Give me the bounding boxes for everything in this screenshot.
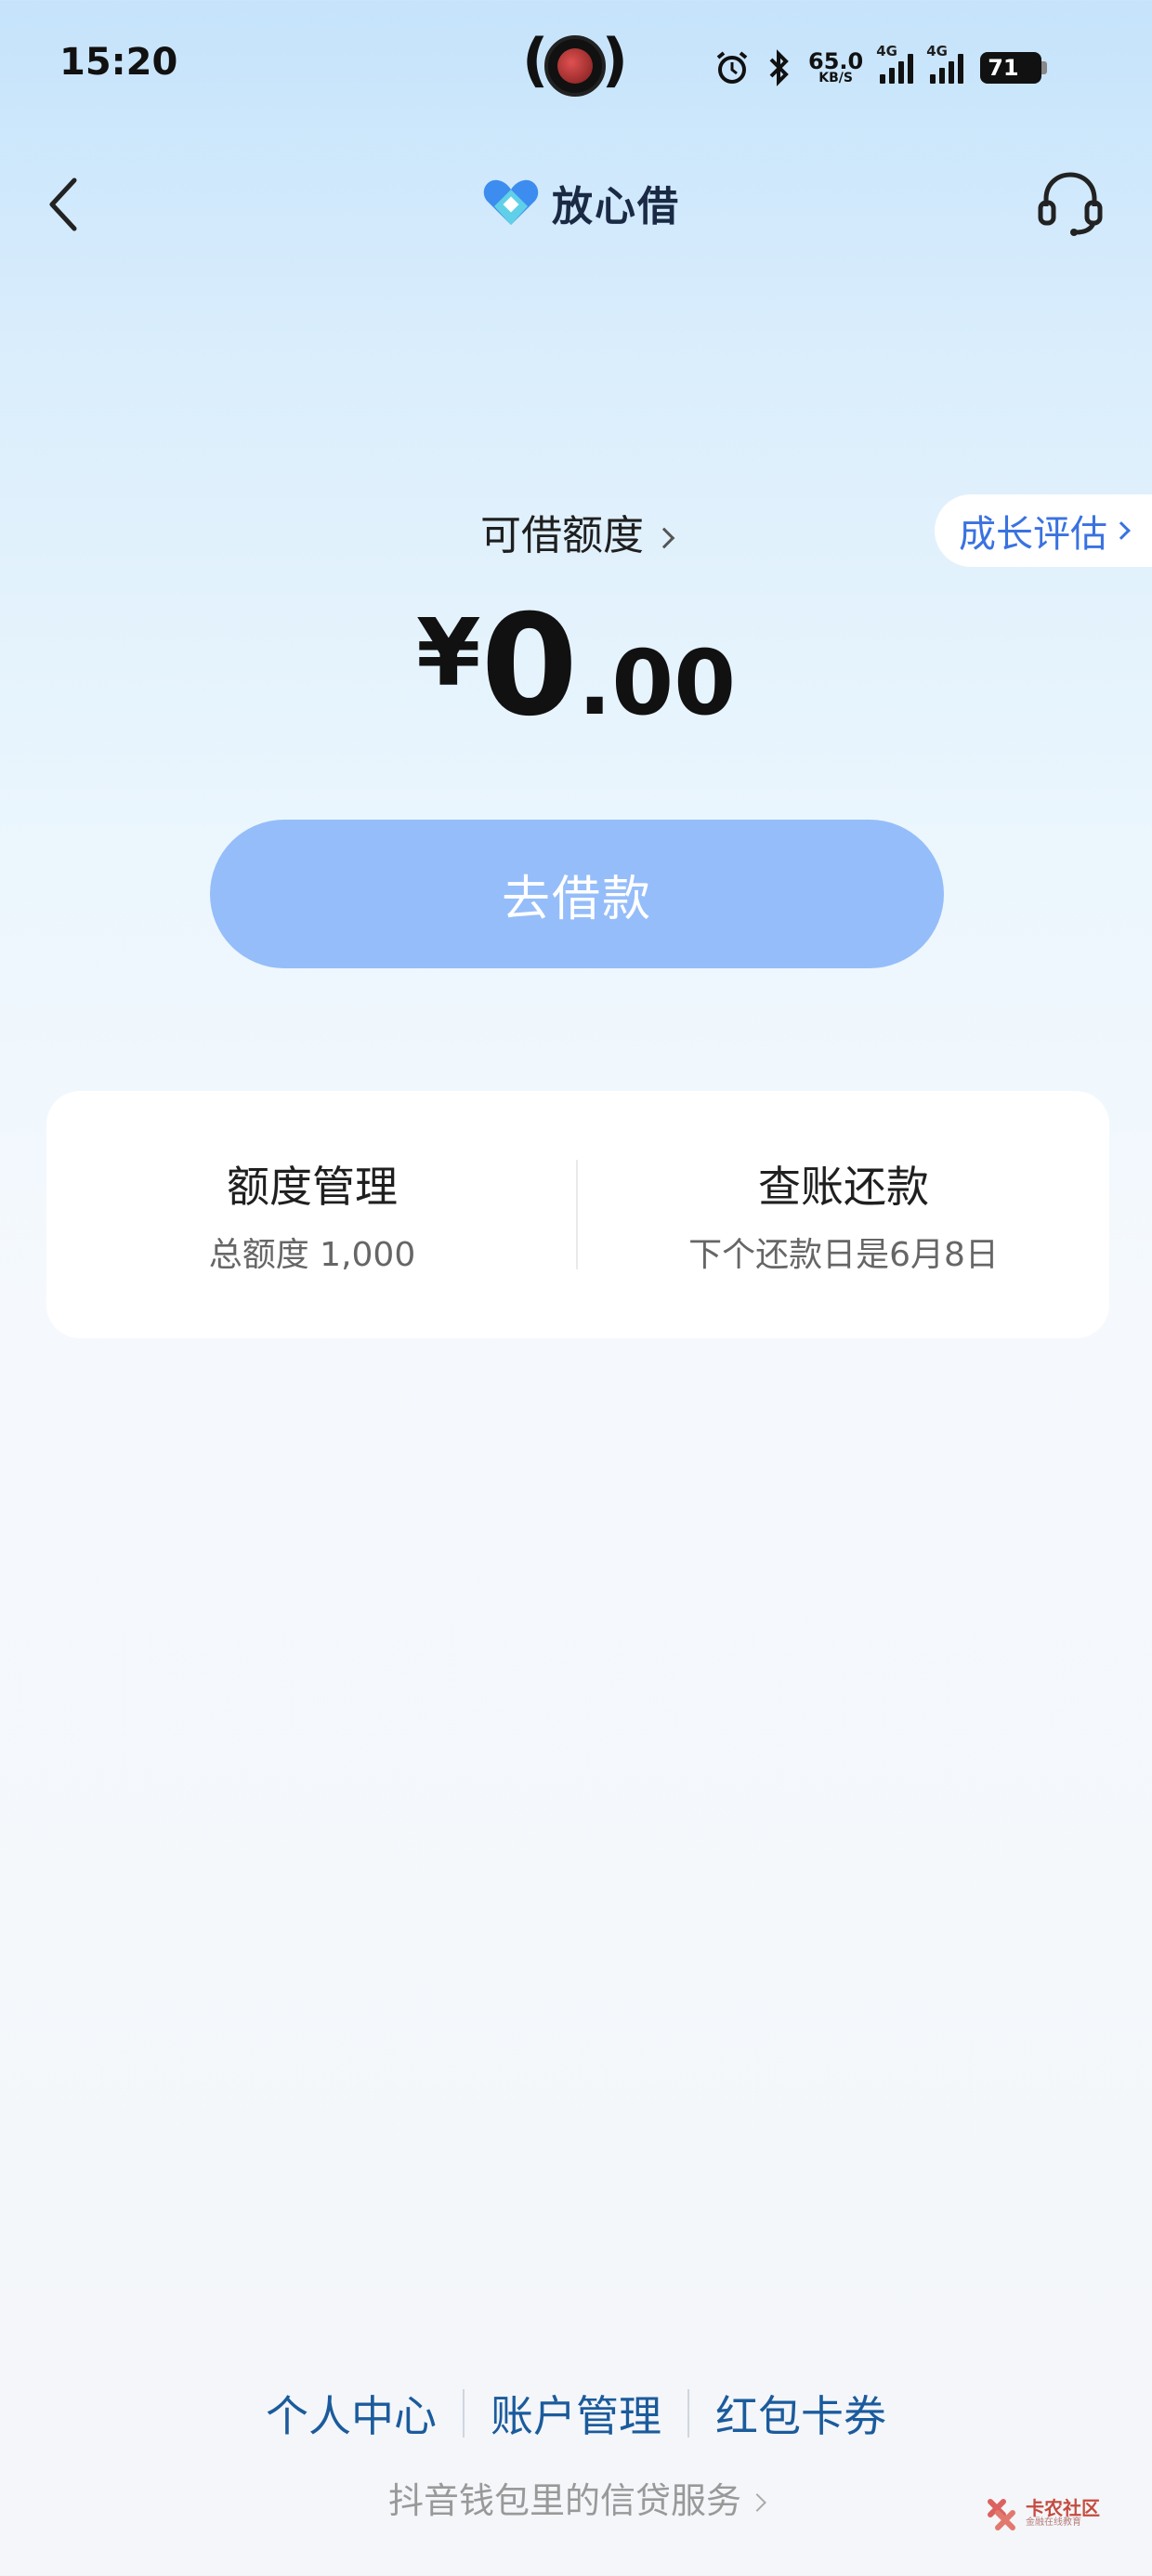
watermark: 卡农社区 金融在线教育 [985, 2496, 1100, 2531]
signal-tag-2: 4G [926, 43, 948, 59]
personal-center-link[interactable]: 个人中心 [240, 2383, 463, 2444]
chevron-right-icon [653, 527, 675, 549]
next-repayment-text: 下个还款日是6月8日 [688, 1236, 999, 1274]
total-credit-text: 总额度 1,000 [208, 1236, 416, 1274]
chevron-right-icon [748, 2493, 766, 2512]
currency-symbol: ¥ [415, 598, 481, 707]
watermark-logo-icon [988, 2499, 1015, 2530]
wallet-credit-service-link[interactable]: 抖音钱包里的信贷服务 [0, 2472, 1152, 2523]
watermark-text: 卡农社区 [1026, 2497, 1100, 2519]
status-icons: 65.0 KB/S 4G 4G 71 [713, 43, 1048, 93]
amount-integer: 0 [480, 585, 578, 747]
brand-logo-icon [481, 177, 541, 229]
headset-icon [1038, 172, 1103, 236]
credit-amount: ¥0.00 [0, 585, 1152, 747]
account-management-link[interactable]: 账户管理 [465, 2383, 687, 2444]
chevron-right-icon [1112, 521, 1131, 540]
brand-name: 放心借 [552, 183, 680, 230]
bottom-links: 个人中心 账户管理 红包卡券 [0, 2383, 1152, 2444]
paren-right-icon: ) [601, 26, 628, 94]
battery-level: 71 [988, 55, 1019, 81]
amount-decimal: .00 [577, 631, 737, 735]
battery-icon: 71 [980, 52, 1048, 84]
back-button[interactable] [37, 167, 93, 242]
alarm-icon [716, 51, 748, 84]
recording-indicator: ( ) [522, 26, 628, 104]
borrow-button[interactable]: 去借款 [210, 820, 944, 968]
customer-service-button[interactable] [1033, 165, 1107, 240]
bill-repayment-button[interactable]: 查账还款 下个还款日是6月8日 [578, 1091, 1109, 1338]
coupons-link[interactable]: 红包卡券 [689, 2383, 912, 2444]
credit-management-title: 额度管理 [227, 1162, 398, 1212]
wallet-credit-service-label: 抖音钱包里的信贷服务 [387, 2480, 741, 2521]
available-credit-label: 可借额度 [480, 512, 644, 559]
net-speed: 65.0 KB/S [808, 50, 863, 85]
status-time: 15:20 [59, 41, 178, 84]
growth-assessment-label: 成长评估 [959, 513, 1107, 556]
signal-icon: 4G [876, 43, 914, 84]
avatar [544, 35, 606, 97]
brand: 放心借 [481, 173, 680, 232]
chevron-left-icon [49, 177, 77, 231]
account-card: 额度管理 总额度 1,000 查账还款 下个还款日是6月8日 [46, 1091, 1109, 1338]
growth-assessment-button[interactable]: 成长评估 [935, 494, 1152, 567]
bill-repayment-title: 查账还款 [758, 1162, 929, 1212]
signal-tag: 4G [876, 43, 897, 59]
credit-management-button[interactable]: 额度管理 总额度 1,000 [46, 1091, 578, 1338]
signal-icon-2: 4G [926, 43, 964, 84]
bluetooth-icon [769, 49, 789, 86]
